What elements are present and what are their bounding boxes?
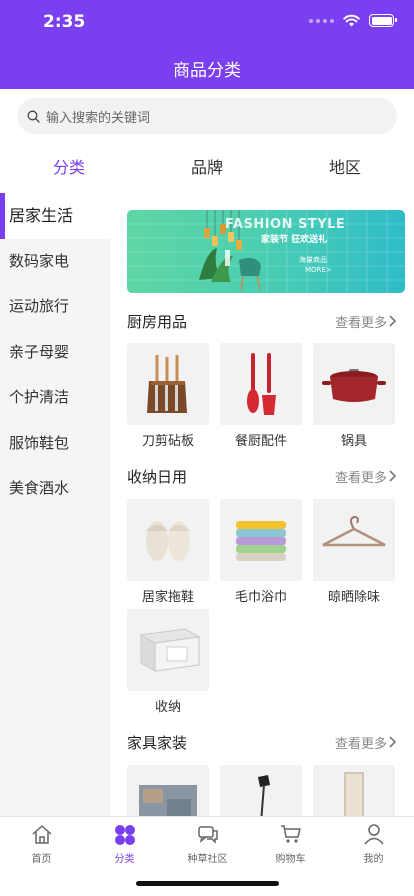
tabbar-item-home[interactable]: 首页: [0, 823, 83, 865]
product-card[interactable]: 毛巾浴巾: [220, 499, 302, 605]
section-header-kitchen: 厨房用品 查看更多: [127, 310, 397, 332]
section-header-storage: 收纳日用 查看更多: [127, 465, 397, 487]
sidebar-item-home-living[interactable]: 居家生活: [0, 193, 110, 239]
wifi-icon: [343, 14, 360, 27]
banner-tag: 海量商品: [299, 256, 327, 264]
sidebar-item-sports-travel[interactable]: 运动旅行: [0, 284, 110, 330]
page-title: 商品分类: [173, 61, 241, 81]
chat-bubbles-icon: [197, 826, 218, 844]
search-bar: 输入搜索的关键词: [0, 89, 414, 144]
view-more-link[interactable]: 查看更多: [335, 733, 397, 752]
category-sidebar: 居家生活 数码家电 运动旅行 亲子母婴 个护清洁 服饰鞋包 美食酒水: [0, 193, 110, 816]
section-title: 收纳日用: [127, 467, 188, 486]
tabbar-label: 首页: [31, 854, 52, 865]
tabbar-item-community[interactable]: 种草社区: [166, 823, 249, 865]
view-more-link[interactable]: 查看更多: [335, 312, 397, 331]
product-card[interactable]: [127, 765, 209, 816]
promo-banner[interactable]: FASHION STYLE 家装节 狂欢送礼 海量商品 MORE>: [127, 210, 405, 293]
section-title: 厨房用品: [127, 312, 188, 331]
product-label: 餐厨配件: [234, 434, 287, 449]
banner-more: MORE>: [305, 266, 332, 274]
sidebar-item-apparel-bags[interactable]: 服饰鞋包: [0, 421, 110, 467]
view-more-label: 查看更多: [334, 736, 387, 752]
search-input[interactable]: 输入搜索的关键词: [17, 98, 397, 134]
user-icon: [363, 824, 384, 845]
tabbar-label: 种草社区: [187, 854, 228, 865]
chevron-right-icon: [389, 470, 397, 482]
tabbar-label: 我的: [363, 854, 384, 865]
sidebar-item-food-drinks[interactable]: 美食酒水: [0, 466, 110, 512]
tab-brand[interactable]: 品牌: [138, 146, 276, 190]
product-card[interactable]: 餐厨配件: [220, 343, 302, 449]
signal-icon: [309, 18, 334, 23]
cart-icon: [280, 825, 301, 843]
cookware-pot-image: [313, 343, 395, 425]
search-placeholder: 输入搜索的关键词: [46, 110, 151, 126]
product-label: 收纳: [154, 700, 181, 715]
home-indicator: [136, 881, 279, 886]
view-more-label: 查看更多: [334, 315, 387, 331]
product-card[interactable]: 居家拖鞋: [127, 499, 209, 605]
floor-lamp-image: [220, 765, 302, 816]
product-label: 毛巾浴巾: [234, 590, 287, 605]
category-tabs: 分类 品牌 地区: [0, 146, 414, 190]
status-time: 2:35: [43, 12, 86, 32]
status-icons: [309, 14, 397, 27]
product-card[interactable]: 晾晒除味: [313, 499, 395, 605]
mirror-image: [313, 765, 395, 816]
chevron-right-icon: [389, 736, 397, 748]
kitchen-utensils-image: [220, 343, 302, 425]
product-card[interactable]: 锅具: [313, 343, 395, 449]
sidebar-item-personal-care[interactable]: 个护清洁: [0, 375, 110, 421]
search-icon: [27, 110, 40, 123]
knife-block-image: [127, 343, 209, 425]
home-icon: [32, 825, 51, 844]
hanger-image: [313, 499, 395, 581]
tab-category[interactable]: 分类: [0, 146, 138, 190]
product-card[interactable]: [220, 765, 302, 816]
tabbar-item-category[interactable]: 分类: [83, 823, 166, 865]
product-label: 晾晒除味: [327, 590, 380, 605]
sidebar-item-mother-baby[interactable]: 亲子母婴: [0, 330, 110, 376]
product-card[interactable]: 收纳: [127, 609, 209, 715]
category-content: FASHION STYLE 家装节 狂欢送礼 海量商品 MORE> 厨房用品 查…: [110, 193, 414, 816]
tabbar-item-me[interactable]: 我的: [332, 823, 414, 865]
app-header: 2:35 商品分类: [0, 0, 414, 89]
storage-box-image: [127, 609, 209, 691]
tab-region[interactable]: 地区: [276, 146, 414, 190]
product-label: 居家拖鞋: [141, 590, 194, 605]
product-card[interactable]: [313, 765, 395, 816]
category-icon: [114, 825, 135, 845]
product-label: 刀剪砧板: [141, 434, 194, 449]
tabbar-label: 分类: [114, 854, 135, 865]
towels-image: [220, 499, 302, 581]
section-header-furniture: 家具家装 查看更多: [127, 731, 397, 753]
view-more-link[interactable]: 查看更多: [335, 467, 397, 486]
chevron-right-icon: [389, 315, 397, 327]
tabbar-label: 购物车: [275, 854, 306, 865]
section-title: 家具家装: [127, 733, 188, 752]
battery-icon: [369, 14, 397, 27]
tabbar-item-cart[interactable]: 购物车: [249, 823, 332, 865]
banner-title: FASHION STYLE: [225, 217, 346, 232]
sidebar-item-digital-appliances[interactable]: 数码家电: [0, 239, 110, 285]
slippers-image: [127, 499, 209, 581]
product-label: 锅具: [340, 434, 367, 449]
view-more-label: 查看更多: [334, 470, 387, 486]
product-card[interactable]: 刀剪砧板: [127, 343, 209, 449]
banner-subtitle: 家装节 狂欢送礼: [261, 235, 328, 245]
rug-image: [127, 765, 209, 816]
